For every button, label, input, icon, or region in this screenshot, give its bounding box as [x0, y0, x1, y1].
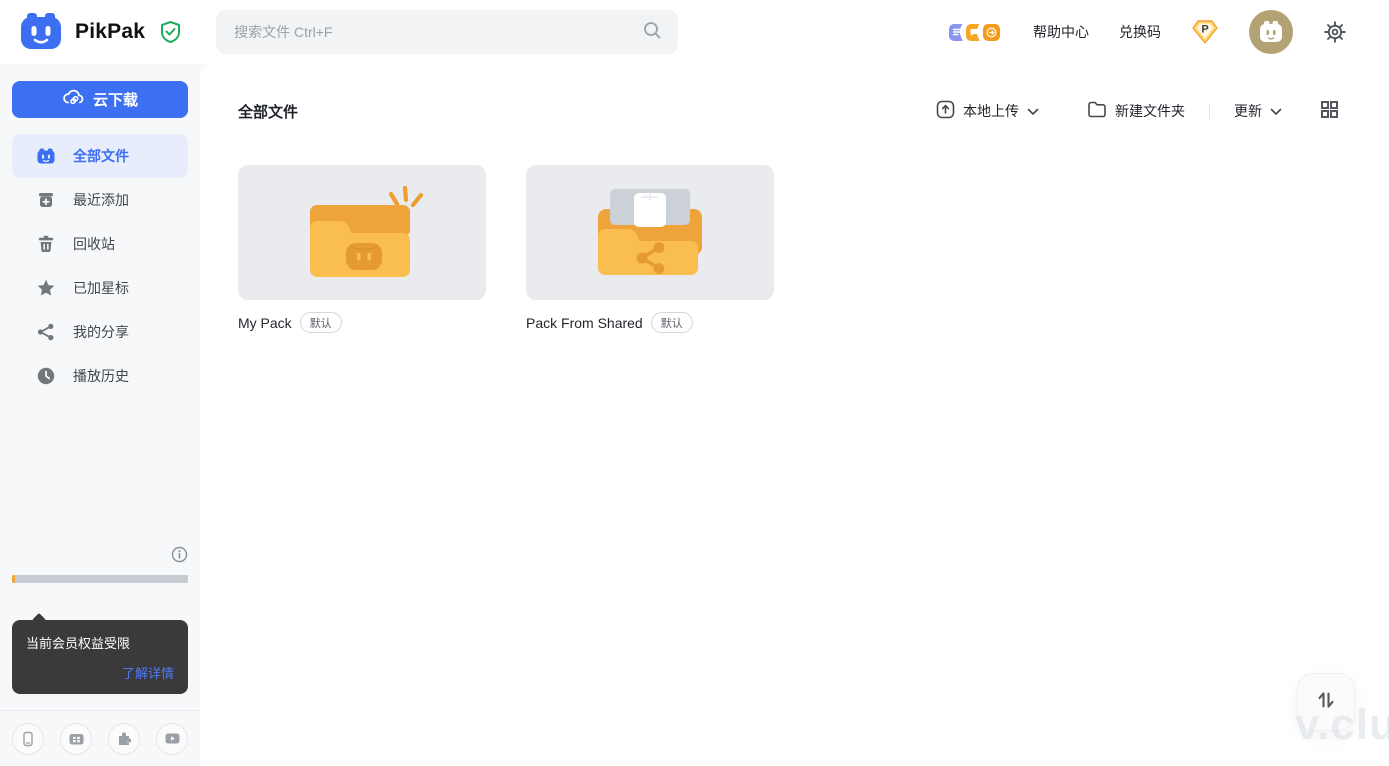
cloud-link-icon [62, 89, 84, 111]
sidebar-item-label: 已加星标 [73, 278, 129, 298]
folder-thumbnail[interactable] [238, 165, 486, 300]
premium-gem-icon[interactable]: P [1191, 19, 1219, 45]
default-badge: 默认 [651, 312, 693, 333]
video-channel-icon[interactable] [156, 723, 188, 755]
share-icon [36, 322, 56, 342]
tv-app-icon[interactable] [60, 723, 92, 755]
sidebar-footer [0, 710, 200, 766]
main-panel: 全部文件 本地上传 [200, 64, 1389, 766]
sidebar-item-recent[interactable]: 最近添加 [12, 178, 188, 222]
page-title: 全部文件 [238, 101, 298, 122]
default-badge: 默认 [300, 312, 342, 333]
app-header: PikPak [0, 0, 1389, 64]
sidebar-item-trash[interactable]: 回收站 [12, 222, 188, 266]
trash-icon [36, 234, 56, 254]
sidebar-nav: 全部文件 最近添加 [0, 134, 200, 398]
my-pack-folder-icon [296, 181, 428, 285]
sidebar-item-play-history[interactable]: 播放历史 [12, 354, 188, 398]
all-files-icon [36, 146, 56, 166]
folder-name[interactable]: Pack From Shared [526, 315, 643, 331]
upload-icon [936, 100, 955, 122]
arrow-badge-icon[interactable] [979, 20, 1003, 44]
folder-card-pack-from-shared: Pack From Shared 默认 [526, 165, 774, 333]
recent-added-icon [36, 190, 56, 210]
quota-info-icon[interactable] [171, 546, 188, 568]
grid-view-icon [1320, 100, 1339, 122]
sidebar-item-label: 回收站 [73, 234, 115, 254]
new-folder-button[interactable]: 新建文件夹 [1081, 97, 1191, 125]
search-input[interactable] [234, 24, 642, 40]
folder-card-my-pack: My Pack 默认 [238, 165, 486, 333]
local-upload-label: 本地上传 [963, 101, 1019, 121]
sidebar-item-my-shares[interactable]: 我的分享 [12, 310, 188, 354]
user-avatar[interactable] [1249, 10, 1293, 54]
toolbar: 本地上传 新建文件夹 更新 [930, 96, 1345, 126]
mobile-app-icon[interactable] [12, 723, 44, 755]
storage-progress-bar [12, 575, 188, 583]
sort-button[interactable] [1297, 673, 1355, 731]
learn-more-link[interactable]: 了解详情 [26, 663, 174, 682]
pikpak-logo-icon[interactable] [20, 11, 62, 53]
sidebar: 云下载 全部文件 [0, 64, 200, 766]
folder-thumbnail[interactable] [526, 165, 774, 300]
grid-view-button[interactable] [1314, 96, 1345, 126]
shared-pack-folder-icon [584, 181, 716, 285]
sidebar-item-all-files[interactable]: 全部文件 [12, 134, 188, 178]
brand-name: PikPak [75, 20, 145, 44]
local-upload-button[interactable]: 本地上传 [930, 96, 1045, 126]
update-label: 更新 [1234, 101, 1262, 121]
cloud-download-button[interactable]: 云下载 [12, 81, 188, 118]
sidebar-item-label: 全部文件 [73, 146, 129, 166]
sort-arrows-icon [1314, 688, 1338, 717]
security-shield-icon [159, 20, 182, 44]
search-bar[interactable] [216, 10, 678, 54]
settings-gear-icon[interactable] [1323, 20, 1347, 44]
folder-icon [1087, 101, 1107, 121]
storage-used-segment [12, 575, 15, 583]
cloud-download-label: 云下载 [93, 89, 138, 110]
new-folder-label: 新建文件夹 [1115, 101, 1185, 121]
premium-letter: P [1201, 24, 1208, 36]
sidebar-item-label: 我的分享 [73, 322, 129, 342]
browser-extension-icon[interactable] [108, 723, 140, 755]
folder-name[interactable]: My Pack [238, 315, 292, 331]
toolbar-divider [1209, 103, 1210, 119]
update-button[interactable]: 更新 [1228, 97, 1288, 125]
help-center-link[interactable]: 帮助中心 [1033, 22, 1089, 42]
membership-tooltip: 当前会员权益受限 了解详情 [12, 620, 188, 694]
redeem-code-link[interactable]: 兑换码 [1119, 22, 1161, 42]
chevron-down-icon [1270, 103, 1282, 119]
tooltip-text: 当前会员权益受限 [26, 633, 174, 652]
star-icon [36, 278, 56, 298]
activity-badges[interactable] [945, 20, 1003, 44]
chevron-down-icon [1027, 103, 1039, 119]
history-clock-icon [36, 366, 56, 386]
sidebar-item-label: 最近添加 [73, 190, 129, 210]
search-icon[interactable] [642, 20, 662, 45]
sidebar-item-label: 播放历史 [73, 366, 129, 386]
sidebar-item-starred[interactable]: 已加星标 [12, 266, 188, 310]
